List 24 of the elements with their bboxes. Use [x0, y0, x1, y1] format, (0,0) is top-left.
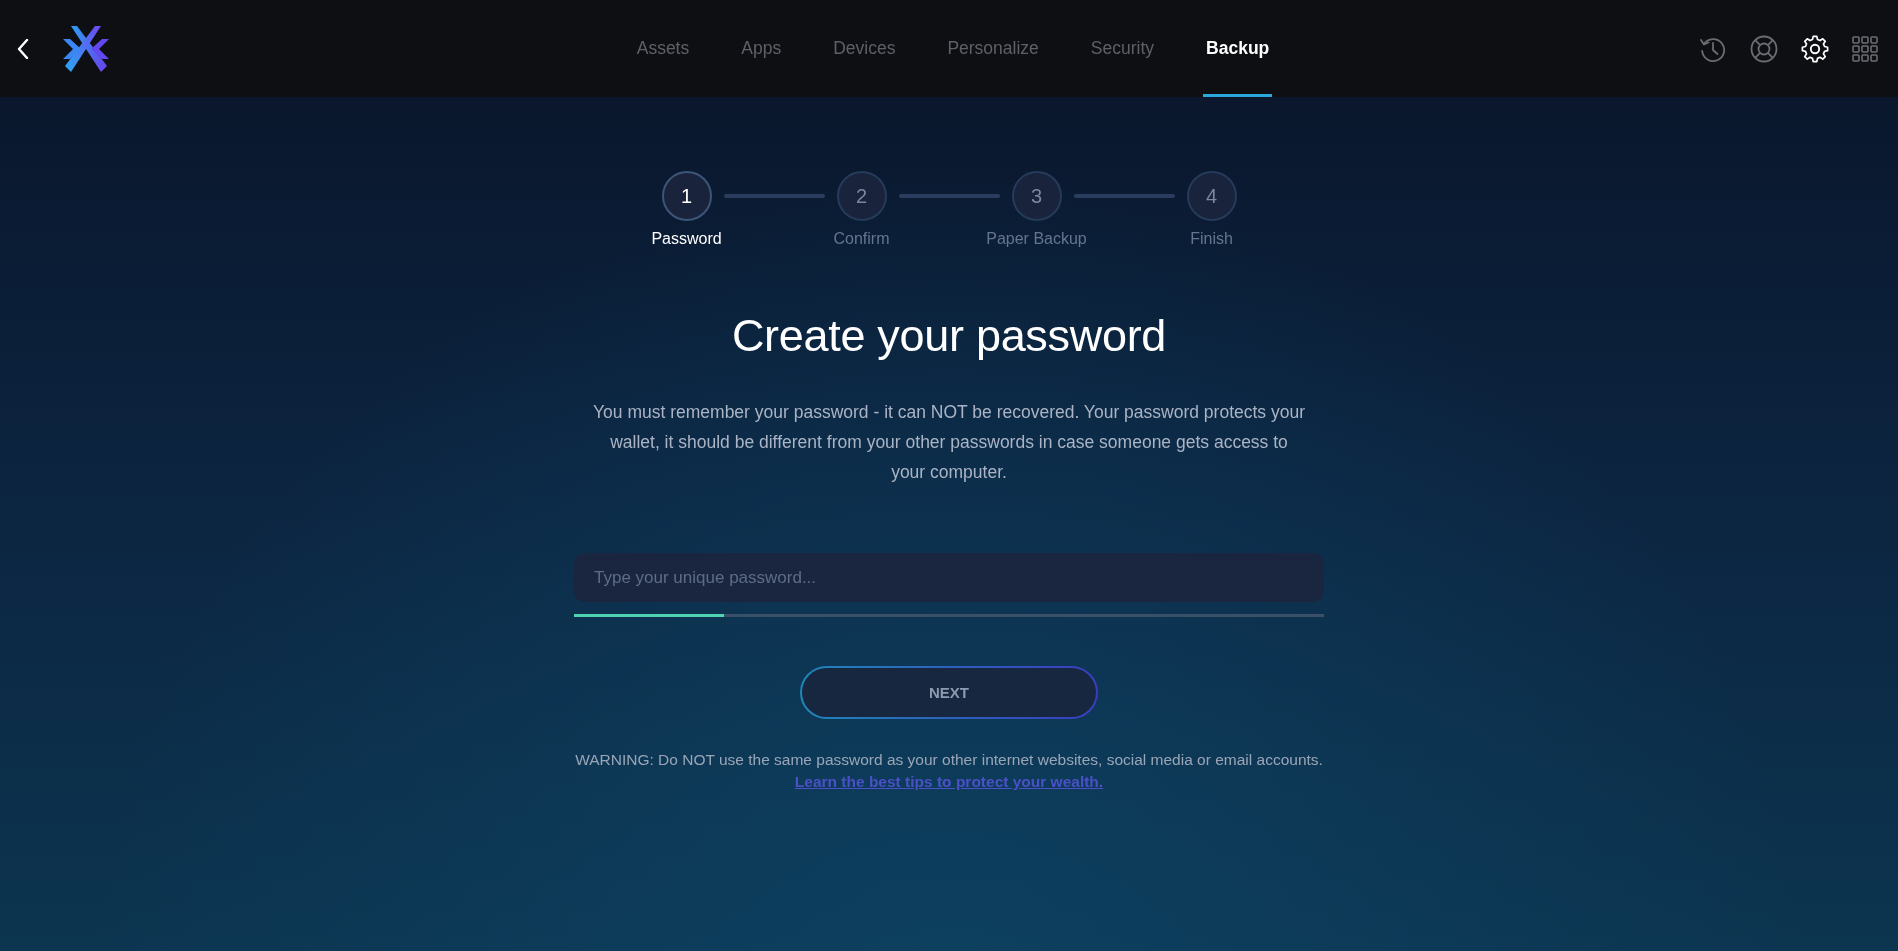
- lifebuoy-icon[interactable]: [1750, 34, 1778, 63]
- apps-grid-icon[interactable]: [1852, 35, 1878, 62]
- warning-text: WARNING: Do NOT use the same password as your other internet websites, social media or email accounts.: [575, 750, 1323, 770]
- nav-tab[interactable]: Personalize: [944, 0, 1042, 97]
- step-label: Paper Backup: [986, 229, 1087, 249]
- step-number: 4: [1186, 171, 1237, 221]
- step-number: 3: [1011, 171, 1062, 221]
- nav-tab[interactable]: Apps: [738, 0, 785, 97]
- next-button[interactable]: NEXT: [800, 666, 1098, 719]
- back-chevron-icon[interactable]: [17, 38, 29, 59]
- step-number: 2: [836, 171, 887, 221]
- step-number: 1: [661, 171, 712, 221]
- step-label: Password: [651, 229, 722, 249]
- tips-link[interactable]: Learn the best tips to protect your wealth.: [794, 771, 1104, 793]
- settings-icon[interactable]: [1801, 34, 1829, 63]
- nav-tab[interactable]: Assets: [633, 0, 693, 97]
- page-title: Create your password: [731, 309, 1167, 363]
- step-label: Confirm: [833, 229, 890, 249]
- logo-icon: [63, 25, 109, 72]
- nav-tab[interactable]: Security: [1087, 0, 1158, 97]
- password-field[interactable]: Type your unique password...: [574, 553, 1324, 602]
- step-label: Finish: [1190, 229, 1233, 249]
- nav-tab[interactable]: Devices: [830, 0, 899, 97]
- description-text: You must remember your password - it can NOT be recovered. Your password protects your wallet, it should be different from your other passwords in case someone gets access to your computer.: [592, 401, 1306, 484]
